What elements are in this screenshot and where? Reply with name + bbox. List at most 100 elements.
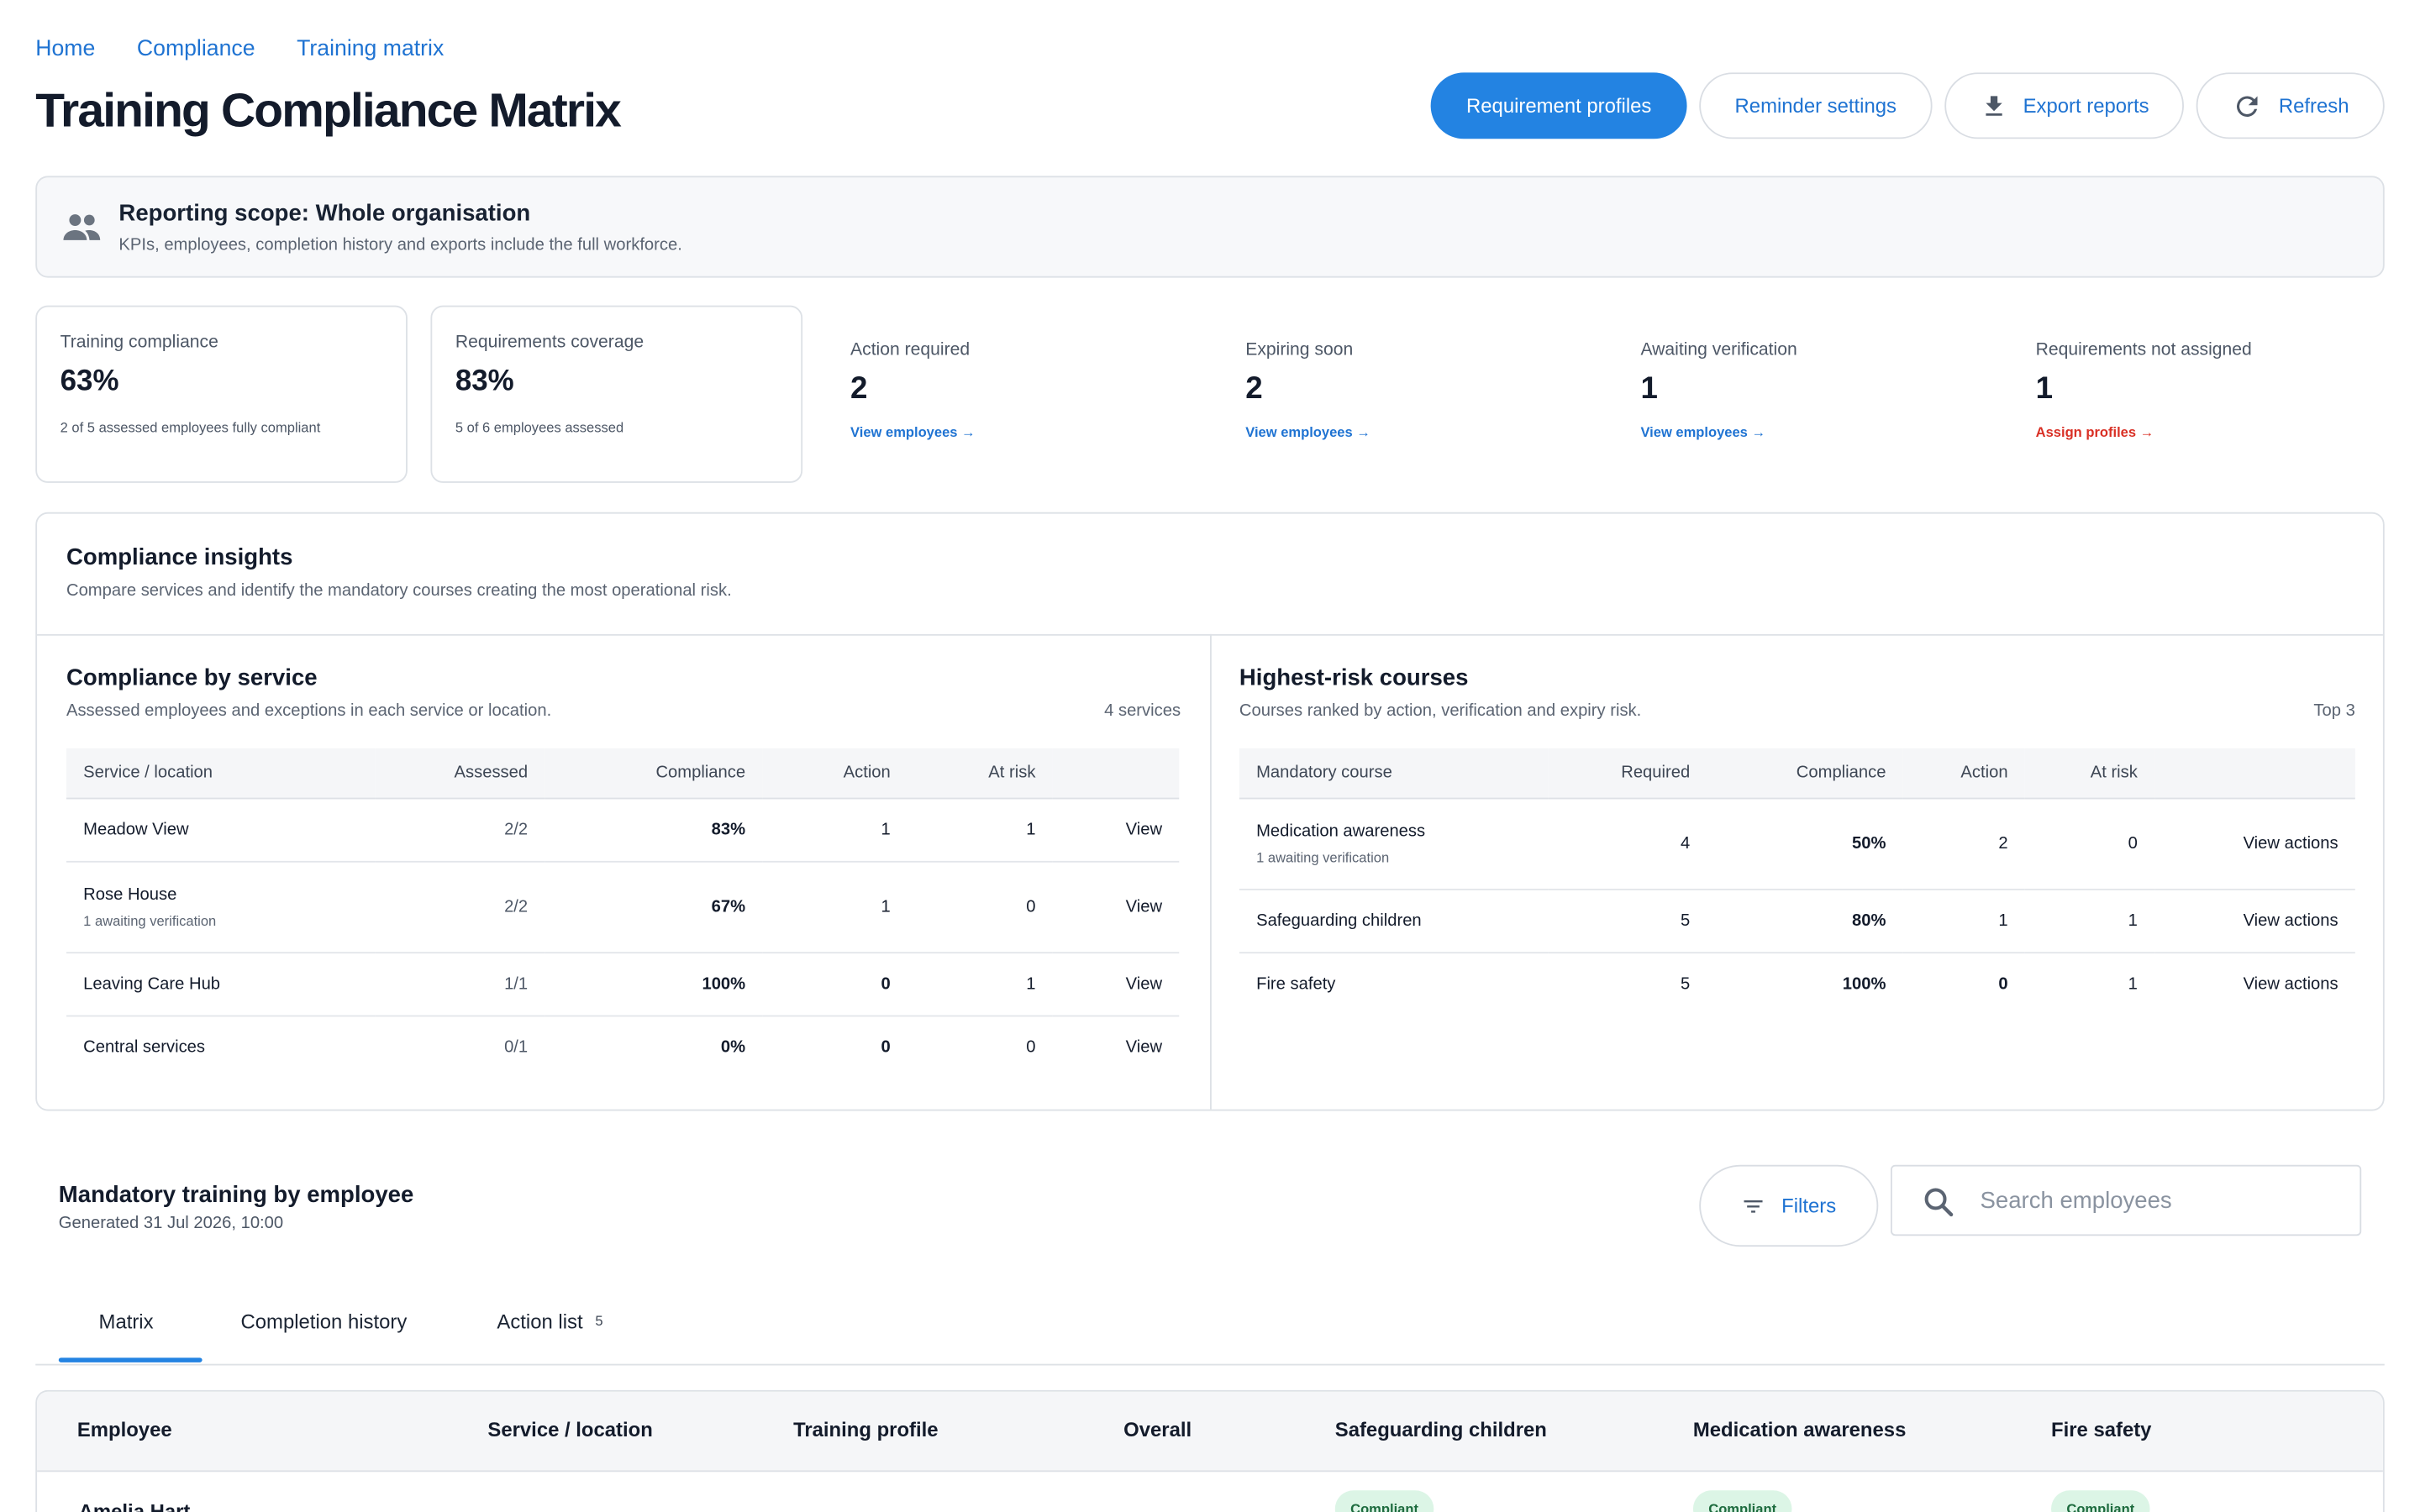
view-actions-link[interactable]: View actions: [2154, 797, 2355, 890]
col-training-profile[interactable]: Training profile: [793, 1418, 938, 1441]
col-fire-safety[interactable]: Fire safety: [2051, 1418, 2151, 1441]
kpi-value: 63%: [60, 365, 119, 398]
col-action[interactable]: Action: [762, 748, 908, 799]
assign-profiles-link[interactable]: Assign profiles →: [2036, 424, 2407, 439]
export-reports-button[interactable]: Export reports: [1944, 72, 2185, 139]
table-row: Leaving Care Hub 1/1 100% 0 1 View: [66, 952, 1180, 1016]
status-badge: Compliant: [1334, 1490, 1434, 1512]
refresh-label: Refresh: [2278, 94, 2349, 118]
service-name: Rose House: [83, 885, 177, 904]
kpi-label: Requirements coverage: [455, 333, 644, 352]
col-employee[interactable]: Employee: [77, 1418, 172, 1441]
kpi-label: Awaiting verification: [1640, 340, 1797, 360]
kpi-expiring-soon: Expiring soon 2 View employees →: [1245, 341, 1616, 440]
compliance-value: 50%: [1707, 797, 1903, 890]
view-link[interactable]: View: [1053, 1016, 1180, 1079]
insights-title: Compliance insights: [66, 544, 293, 571]
col-safeguarding-children[interactable]: Safeguarding children: [1335, 1418, 1547, 1441]
tab-label: Action list: [497, 1310, 583, 1333]
compliance-insights-card: Compliance insights Compare services and…: [35, 512, 2385, 1111]
col-required[interactable]: Required: [1548, 748, 1707, 799]
action-value: 1: [762, 797, 908, 862]
compliance-value: 100%: [1842, 974, 1886, 994]
kpi-action-required: Action required 2 View employees →: [850, 341, 1221, 440]
panel-title: Highest-risk courses: [1239, 664, 1469, 691]
active-tab-indicator: [58, 1357, 203, 1362]
refresh-button[interactable]: Refresh: [2196, 72, 2385, 139]
tab-action-list[interactable]: Action list 5: [497, 1310, 602, 1333]
view-employees-link[interactable]: View employees →: [850, 424, 1221, 439]
col-overall[interactable]: Overall: [1123, 1418, 1192, 1441]
col-compliance[interactable]: Compliance: [1707, 748, 1903, 799]
table-row[interactable]: Amelia Hart Compliant Compliant Complian…: [37, 1472, 2383, 1512]
download-icon: [1986, 95, 2002, 115]
action-value: 1: [762, 860, 908, 953]
service-table: Service / location Assessed Compliance A…: [66, 748, 1180, 1079]
col-course[interactable]: Mandatory course: [1239, 748, 1549, 799]
table-row: Rose House 1 awaiting verification 2/2 6…: [66, 860, 1180, 953]
panel-subtitle: Assessed employees and exceptions in eac…: [66, 701, 552, 721]
col-actions: [1052, 748, 1180, 799]
col-at-risk[interactable]: At risk: [907, 748, 1053, 799]
tab-label: Matrix: [98, 1310, 154, 1333]
col-service[interactable]: Service / location: [66, 748, 376, 799]
view-link[interactable]: View: [1052, 797, 1180, 862]
kpi-value: 1: [2035, 371, 2054, 407]
breadcrumb-home[interactable]: Home: [35, 37, 95, 61]
kpi-label: Expiring soon: [1245, 340, 1354, 360]
view-link[interactable]: View: [1052, 952, 1180, 1016]
compliance-value: 80%: [1707, 888, 1903, 953]
service-note: 1 awaiting verification: [83, 912, 217, 928]
view-employees-link[interactable]: View employees →: [1640, 424, 2011, 439]
kpi-subtext: 2 of 5 assessed employees fully complian…: [60, 419, 321, 435]
kpi-requirements-coverage[interactable]: Requirements coverage 83% 5 of 6 employe…: [430, 305, 803, 483]
required-value: 4: [1548, 797, 1707, 890]
at-risk-value: 1: [2128, 974, 2138, 994]
people-icon: [63, 214, 101, 240]
compliance-value: 67%: [544, 860, 763, 953]
breadcrumb-compliance[interactable]: Compliance: [137, 37, 255, 61]
col-assessed[interactable]: Assessed: [375, 748, 545, 799]
table-row: Central services 0/1 0% 0 0 View: [66, 1016, 1179, 1079]
compliance-value: 83%: [544, 797, 763, 862]
reporting-scope-banner: Reporting scope: Whole organisation KPIs…: [35, 176, 2385, 278]
view-link[interactable]: View: [1052, 860, 1180, 953]
tab-matrix[interactable]: Matrix: [99, 1310, 154, 1333]
action-value: 2: [1902, 797, 2025, 890]
col-at-risk[interactable]: At risk: [2024, 748, 2155, 799]
search-input[interactable]: [1980, 1183, 2335, 1218]
kpi-training-compliance[interactable]: Training compliance 63% 2 of 5 assessed …: [35, 305, 408, 483]
reminder-settings-button[interactable]: Reminder settings: [1699, 72, 1933, 139]
col-compliance[interactable]: Compliance: [544, 748, 763, 799]
search-box: [1890, 1164, 2362, 1236]
view-actions-link[interactable]: View actions: [2154, 952, 2355, 1015]
panel-subtitle: Courses ranked by action, verification a…: [1239, 701, 1642, 721]
action-value: 0: [881, 1037, 891, 1057]
action-value: 0: [762, 952, 908, 1016]
status-badge: Compliant: [1692, 1490, 1792, 1512]
table-row: Medication awareness 1 awaiting verifica…: [1239, 797, 2355, 890]
table-header-row: Service / location Assessed Compliance A…: [66, 748, 1180, 799]
assessed-value: 1/1: [375, 952, 545, 1016]
tab-completion-history[interactable]: Completion history: [241, 1310, 408, 1333]
view-actions-link[interactable]: View actions: [2154, 888, 2355, 953]
header-actions: Requirement profiles Reminder settings E…: [1430, 72, 2385, 139]
view-employees-link[interactable]: View employees →: [1245, 424, 1616, 439]
service-name: Central services: [83, 1037, 206, 1057]
export-reports-label: Export reports: [2023, 94, 2149, 118]
at-risk-value: 1: [907, 952, 1053, 1016]
requirement-profiles-button[interactable]: Requirement profiles: [1430, 72, 1687, 139]
filters-button[interactable]: Filters: [1699, 1164, 1879, 1247]
col-action[interactable]: Action: [1902, 748, 2025, 799]
insights-subtitle: Compare services and identify the mandat…: [66, 581, 732, 601]
col-service-location[interactable]: Service / location: [487, 1418, 652, 1441]
kpi-subtext: 5 of 6 employees assessed: [455, 419, 624, 435]
breadcrumb-training-matrix[interactable]: Training matrix: [297, 37, 444, 61]
kpi-value: 2: [1245, 371, 1263, 407]
action-value: 0: [1998, 974, 2008, 994]
col-medication-awareness[interactable]: Medication awareness: [1693, 1418, 1906, 1441]
employee-section-title: Mandatory training by employee: [58, 1181, 414, 1209]
kpi-value: 2: [850, 371, 868, 407]
assessed-value: 0/1: [504, 1037, 529, 1057]
employee-name[interactable]: Amelia Hart: [79, 1499, 191, 1512]
